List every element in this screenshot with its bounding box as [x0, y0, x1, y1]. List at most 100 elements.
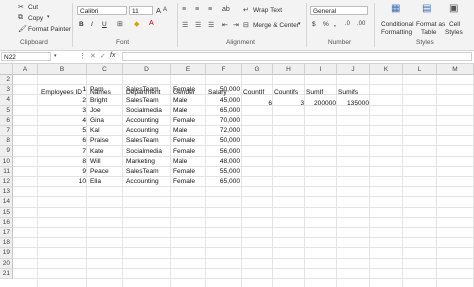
- cell-salary[interactable]: 65,000: [206, 177, 240, 187]
- column-header-i[interactable]: I: [305, 64, 337, 75]
- align-center-icon[interactable]: ☰: [195, 21, 201, 29]
- cell-id[interactable]: 10: [38, 177, 86, 187]
- enter-icon[interactable]: ✓: [100, 52, 106, 60]
- countifs-result[interactable]: 3: [274, 99, 304, 109]
- cell-dept[interactable]: SalesTeam: [126, 96, 159, 106]
- column-header-d[interactable]: D: [123, 64, 171, 75]
- comma-button[interactable]: ,: [334, 21, 336, 28]
- chevron-down-icon[interactable]: ▾: [298, 21, 301, 27]
- column-header-h[interactable]: H: [273, 64, 305, 75]
- cell-gender[interactable]: Female: [173, 147, 195, 157]
- cell-salary[interactable]: 50,000: [206, 136, 240, 146]
- cell-dept[interactable]: Marketing: [126, 157, 155, 167]
- number-format-dropdown[interactable]: General: [310, 6, 368, 15]
- row-header-15[interactable]: 15: [0, 207, 13, 218]
- row-header-14[interactable]: 14: [0, 197, 13, 208]
- cell-gender[interactable]: Male: [173, 106, 187, 116]
- cell-salary[interactable]: 56,000: [206, 147, 240, 157]
- row-header-9[interactable]: 9: [0, 146, 13, 157]
- row-header-13[interactable]: 13: [0, 187, 13, 198]
- align-left-icon[interactable]: ☰: [182, 21, 188, 29]
- align-top-icon[interactable]: ≡: [182, 6, 186, 13]
- column-header-e[interactable]: E: [171, 64, 206, 75]
- orientation-icon[interactable]: ab: [222, 6, 230, 13]
- row-header-4[interactable]: 4: [0, 95, 13, 106]
- header-sumifs[interactable]: Sumifs: [338, 88, 358, 98]
- cell-dept[interactable]: Socialmedia: [126, 106, 162, 116]
- row-header-5[interactable]: 5: [0, 105, 13, 116]
- column-header-m[interactable]: M: [437, 64, 474, 75]
- cell-dept[interactable]: SalesTeam: [126, 136, 159, 146]
- row-header-20[interactable]: 20: [0, 258, 13, 269]
- align-bottom-icon[interactable]: ≡: [208, 6, 212, 13]
- chevron-down-icon[interactable]: ▾: [54, 53, 57, 59]
- borders-icon[interactable]: ⊞: [117, 20, 123, 28]
- row-header-17[interactable]: 17: [0, 228, 13, 239]
- row-header-12[interactable]: 12: [0, 177, 13, 188]
- currency-button[interactable]: $: [312, 21, 316, 28]
- cell-salary[interactable]: 72,000: [206, 126, 240, 136]
- cell-dept[interactable]: Socialmedia: [126, 147, 162, 157]
- cell-gender[interactable]: Female: [173, 167, 195, 177]
- cell-id[interactable]: 8: [38, 157, 86, 167]
- cell-salary[interactable]: 70,000: [206, 116, 240, 126]
- cell-name[interactable]: Peace: [90, 167, 109, 177]
- header-countif[interactable]: CountIf: [243, 88, 264, 98]
- select-all-corner[interactable]: [0, 64, 13, 75]
- cell-dept[interactable]: Accounting: [126, 177, 159, 187]
- merge-center-button[interactable]: Merge & Center: [253, 22, 299, 29]
- copy-button[interactable]: Copy: [28, 15, 43, 22]
- decrease-decimal-icon[interactable]: .00: [357, 21, 365, 27]
- cell-name[interactable]: Joe: [90, 106, 101, 116]
- row-header-21[interactable]: 21: [0, 268, 13, 279]
- cell-id[interactable]: 1: [38, 85, 86, 95]
- column-header-f[interactable]: F: [206, 64, 242, 75]
- grow-font-button[interactable]: A: [156, 6, 161, 15]
- column-header-k[interactable]: K: [370, 64, 403, 75]
- cell-id[interactable]: 7: [38, 147, 86, 157]
- indent-icon[interactable]: ⇤: [222, 21, 228, 29]
- insert-function-icon[interactable]: fx: [110, 52, 115, 59]
- row-header-10[interactable]: 10: [0, 156, 13, 167]
- bold-button[interactable]: B: [79, 21, 84, 28]
- format-as-table-button[interactable]: Format as: [416, 21, 445, 28]
- cell-styles-button[interactable]: Cell: [449, 21, 460, 28]
- fill-color-icon[interactable]: ◆: [134, 20, 139, 28]
- cell-salary[interactable]: 55,000: [206, 167, 240, 177]
- header-sumif[interactable]: SumIf: [306, 88, 323, 98]
- name-box[interactable]: N22: [1, 52, 51, 61]
- cell-name[interactable]: Bright: [90, 96, 107, 106]
- align-right-icon[interactable]: ☰: [208, 21, 214, 29]
- cell-gender[interactable]: Female: [173, 177, 195, 187]
- row-header-6[interactable]: 6: [0, 115, 13, 126]
- cell-dept[interactable]: Accounting: [126, 116, 159, 126]
- sumifs-result[interactable]: 135000: [338, 99, 369, 109]
- outdent-icon[interactable]: ⇥: [233, 21, 239, 29]
- row-header-19[interactable]: 19: [0, 248, 13, 259]
- cell-name[interactable]: Ella: [90, 177, 101, 187]
- italic-button[interactable]: I: [91, 21, 93, 28]
- cut-button[interactable]: Cut: [28, 4, 38, 11]
- cell-id[interactable]: 6: [38, 136, 86, 146]
- cell-name[interactable]: Will: [90, 157, 101, 167]
- font-color-icon[interactable]: A: [149, 20, 154, 27]
- cell-salary[interactable]: 65,000: [206, 106, 240, 116]
- shrink-font-button[interactable]: A: [163, 7, 167, 13]
- cell-id[interactable]: 2: [38, 96, 86, 106]
- column-header-b[interactable]: B: [38, 64, 87, 75]
- cell-gender[interactable]: Male: [173, 157, 187, 167]
- chevron-down-icon[interactable]: ▾: [47, 14, 50, 20]
- cell-gender[interactable]: Male: [173, 126, 187, 136]
- cell-name[interactable]: Pam: [90, 85, 104, 95]
- sumif-result[interactable]: 200000: [306, 99, 336, 109]
- cell-salary[interactable]: 48,000: [206, 157, 240, 167]
- row-header-18[interactable]: 18: [0, 238, 13, 249]
- column-header-g[interactable]: G: [242, 64, 273, 75]
- cell-dept[interactable]: Accounting: [126, 126, 159, 136]
- align-middle-icon[interactable]: ≡: [195, 6, 199, 13]
- percent-button[interactable]: %: [323, 21, 329, 28]
- row-header-2[interactable]: 2: [0, 75, 13, 86]
- cell-id[interactable]: 5: [38, 126, 86, 136]
- cell-id[interactable]: 3: [38, 106, 86, 116]
- row-header-11[interactable]: 11: [0, 166, 13, 177]
